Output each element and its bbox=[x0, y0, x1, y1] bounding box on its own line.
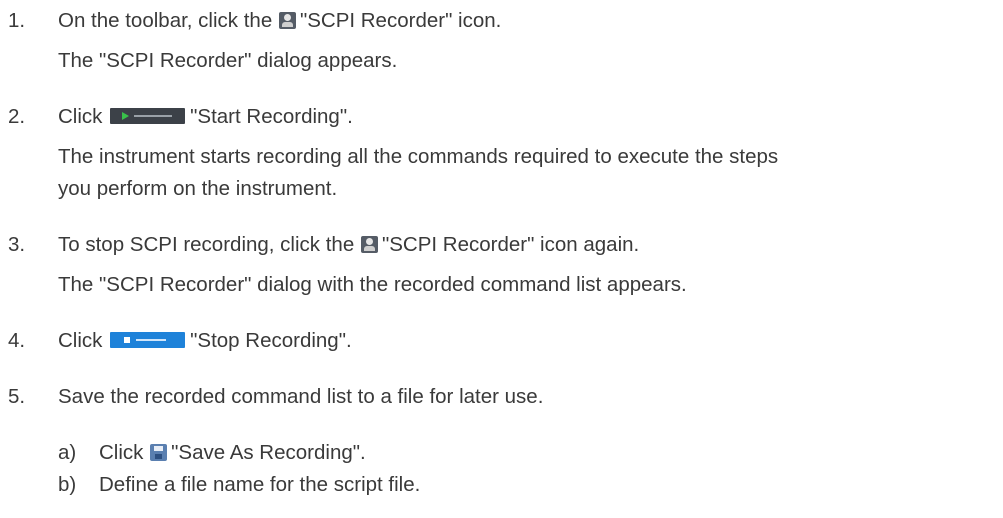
scpi-recorder-icon bbox=[278, 12, 296, 29]
step-number: 2. bbox=[8, 105, 26, 128]
substep-label: b) bbox=[58, 473, 77, 496]
start-recording-button bbox=[110, 108, 186, 124]
step-number: 4. bbox=[8, 329, 26, 352]
step-text: To stop SCPI recording, click the bbox=[58, 233, 355, 256]
result-text: The "SCPI Recorder" dialog with the reco… bbox=[58, 273, 687, 296]
substep-text: Click bbox=[99, 441, 144, 464]
substep-label: a) bbox=[58, 441, 77, 464]
step-number: 3. bbox=[8, 233, 26, 256]
stop-recording-button bbox=[110, 332, 186, 348]
step-number: 1. bbox=[8, 9, 26, 32]
substep-text: "Save As Recording". bbox=[171, 441, 366, 464]
step-text: On the toolbar, click the bbox=[58, 9, 273, 32]
step-number: 5. bbox=[8, 385, 26, 408]
result-text: The "SCPI Recorder" dialog appears. bbox=[58, 49, 398, 72]
step-text: "Stop Recording". bbox=[190, 329, 352, 352]
scpi-recorder-icon bbox=[360, 236, 378, 253]
step-text: Click bbox=[58, 105, 103, 128]
step-text: "SCPI Recorder" icon again. bbox=[381, 233, 640, 256]
result-text: The instrument starts recording all the … bbox=[58, 145, 779, 168]
step-text: Save the recorded command list to a file… bbox=[58, 385, 544, 408]
substep-text: Define a file name for the script file. bbox=[99, 473, 421, 496]
save-as-recording-icon bbox=[150, 444, 168, 461]
step-text: "Start Recording". bbox=[190, 105, 353, 128]
step-text: "SCPI Recorder" icon. bbox=[299, 9, 502, 32]
result-text: you perform on the instrument. bbox=[58, 177, 338, 200]
step-text: Click bbox=[58, 329, 103, 352]
